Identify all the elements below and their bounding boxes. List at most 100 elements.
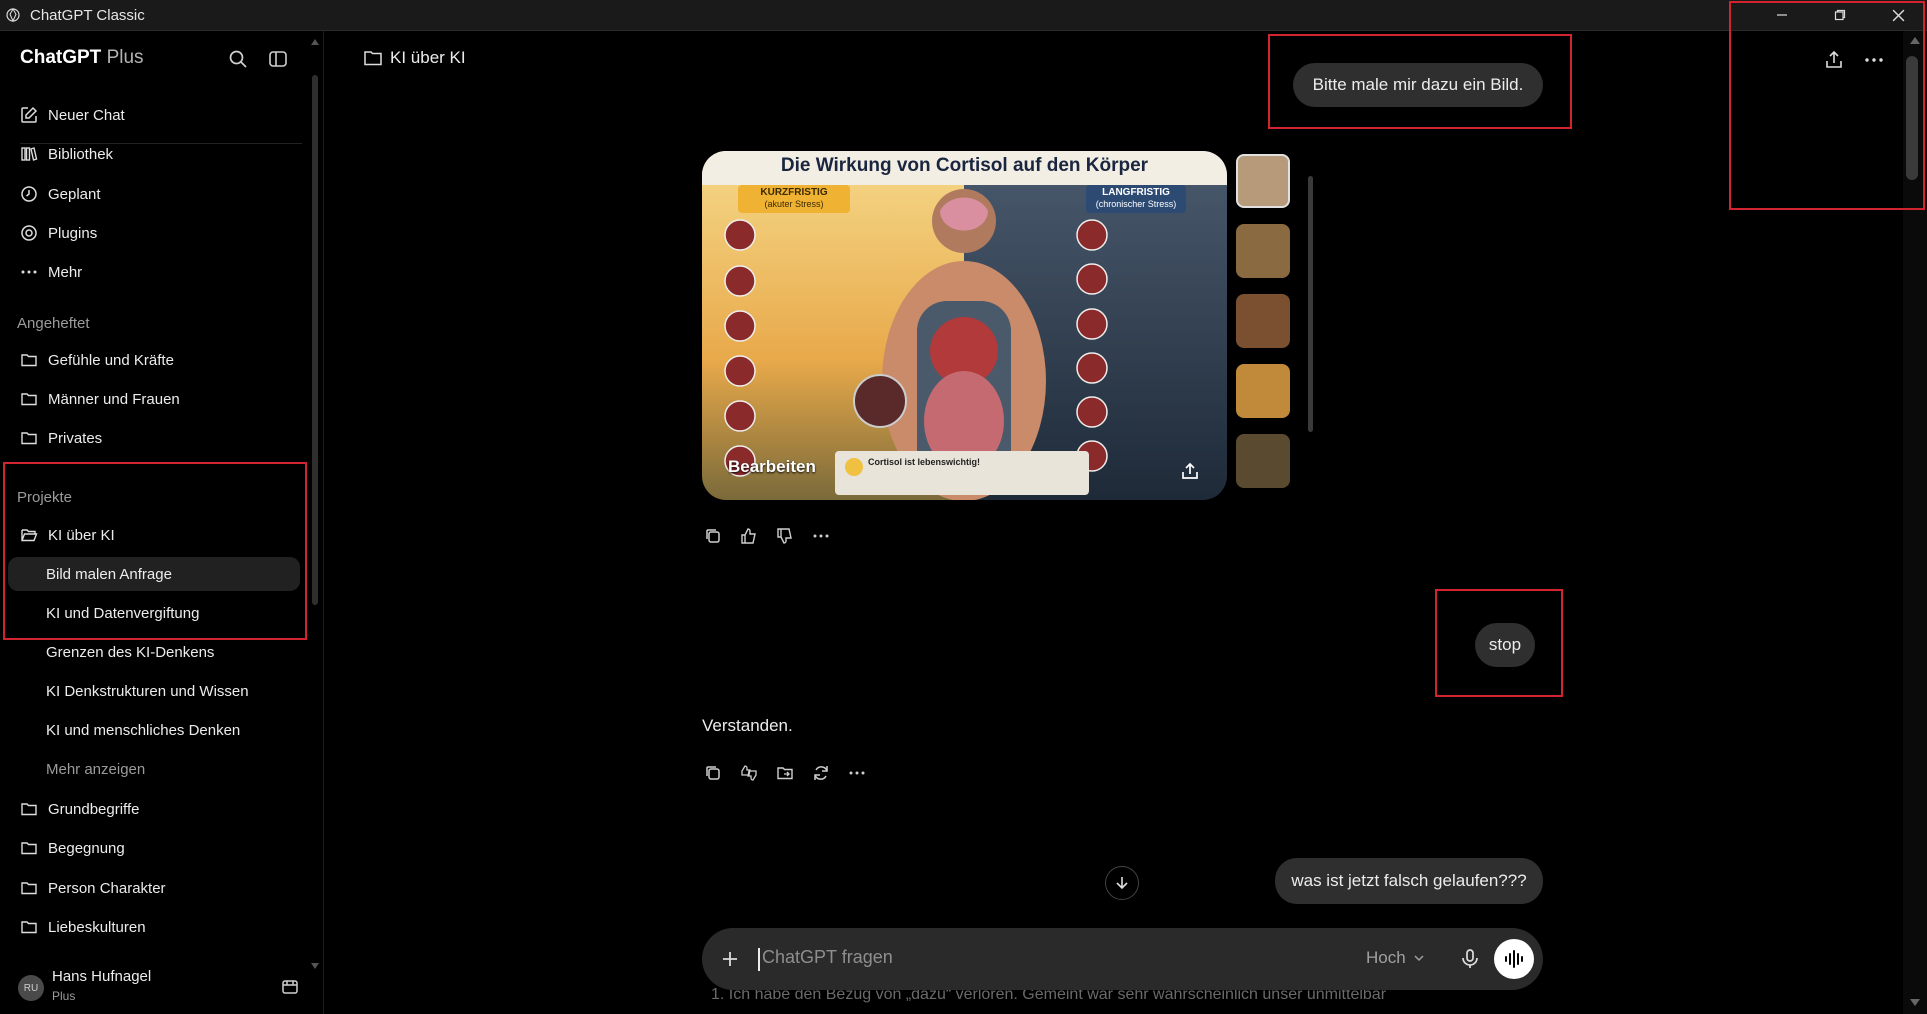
chat-label: KI Denkstrukturen und Wissen xyxy=(46,682,249,700)
image-left-subheader: (akuter Stress) xyxy=(764,199,824,209)
folder-item[interactable]: Begegnung xyxy=(0,831,312,865)
image-edit-button[interactable]: Bearbeiten xyxy=(728,457,816,477)
copy-button[interactable] xyxy=(695,761,731,785)
nav-scheduled[interactable]: Geplant xyxy=(0,177,312,211)
folder-icon xyxy=(21,393,37,406)
folder-icon xyxy=(21,432,37,445)
chat-label: KI und menschliches Denken xyxy=(46,721,241,739)
more-actions-button[interactable] xyxy=(803,524,839,548)
brand-name: ChatGPT xyxy=(20,47,102,68)
highlight-box-projects xyxy=(3,462,307,640)
toggle-sidebar-button[interactable] xyxy=(266,47,290,71)
store-icon[interactable] xyxy=(280,977,300,997)
assistant-message: Verstanden. xyxy=(702,716,793,735)
image-title: Die Wirkung von Cortisol auf den Körper xyxy=(780,155,1149,176)
folder-icon xyxy=(21,803,37,816)
reasoning-mode-select[interactable]: Hoch xyxy=(1366,948,1426,968)
pinned-folder[interactable]: Privates xyxy=(0,421,312,455)
chat-title: KI über KI xyxy=(390,48,466,67)
plugins-icon xyxy=(21,225,37,241)
image-right-header: LANGFRISTIG xyxy=(1102,187,1170,198)
voice-mode-button[interactable] xyxy=(1494,939,1534,979)
user-message-text: was ist jetzt falsch gelaufen??? xyxy=(1291,871,1527,890)
thumbs-up-icon xyxy=(741,528,756,544)
move-to-folder-button[interactable] xyxy=(767,761,803,785)
sidebar-brand[interactable]: ChatGPT Plus xyxy=(20,47,144,69)
thumbs-down-icon xyxy=(777,528,792,544)
image-left-header: KURZFRISTIG xyxy=(760,187,828,198)
regenerate-button[interactable] xyxy=(803,761,839,785)
image-thumbnail[interactable] xyxy=(1236,224,1290,278)
nav-label: Bibliothek xyxy=(48,145,114,163)
image-thumbnail[interactable] xyxy=(1236,294,1290,348)
image-thumbnail[interactable] xyxy=(1236,434,1290,488)
nav-label: Mehr xyxy=(48,263,83,281)
search-button[interactable] xyxy=(226,47,250,71)
user-profile[interactable]: RU Hans Hufnagel Plus xyxy=(0,961,323,1014)
message-composer[interactable]: ChatGPT fragen Hoch xyxy=(702,928,1543,990)
pinned-folder[interactable]: Gefühle und Kräfte xyxy=(0,343,312,377)
chat-item[interactable]: KI und menschliches Denken xyxy=(0,713,312,747)
folder-label: Person Charakter xyxy=(48,879,166,897)
folder-item[interactable]: Grundbegriffe xyxy=(0,792,312,826)
folder-icon xyxy=(364,51,382,66)
image-thumbnail-strip xyxy=(1236,152,1321,500)
scroll-down-arrow-icon xyxy=(1910,999,1920,1006)
nav-new-chat[interactable]: Neuer Chat xyxy=(0,98,312,132)
sidebar-scroll-thumb[interactable] xyxy=(312,75,318,605)
image-thumbnail[interactable] xyxy=(1236,364,1290,418)
image-actions xyxy=(695,524,839,548)
nav-label: Neuer Chat xyxy=(48,106,125,124)
image-right-subheader: (chronischer Stress) xyxy=(1095,199,1177,209)
copy-button[interactable] xyxy=(695,524,731,548)
chat-item[interactable]: Grenzen des KI-Denkens xyxy=(0,635,312,669)
nav-more[interactable]: Mehr xyxy=(0,255,312,289)
window-titlebar: ChatGPT Classic xyxy=(0,0,1927,31)
user-plan: Plus xyxy=(52,989,76,1003)
folder-icon xyxy=(21,882,37,895)
image-share-icon[interactable] xyxy=(1180,461,1200,481)
scroll-up-arrow-icon xyxy=(311,39,319,45)
pinned-section-title: Angeheftet xyxy=(17,315,90,332)
folder-item[interactable]: Liebeskulturen xyxy=(0,910,312,944)
thumbnail-scroll-thumb[interactable] xyxy=(1308,176,1313,432)
pinned-folder[interactable]: Männer und Frauen xyxy=(0,382,312,416)
highlight-box-first-message xyxy=(1268,34,1572,129)
search-icon xyxy=(229,50,247,68)
highlight-box-window-controls xyxy=(1729,1,1925,210)
image-note-title: Cortisol ist lebenswichtig! xyxy=(868,457,981,467)
chat-label: Grenzen des KI-Denkens xyxy=(46,643,215,661)
folder-move-icon xyxy=(777,767,793,780)
chatgpt-logo-icon xyxy=(6,7,20,23)
nav-library[interactable]: Bibliothek xyxy=(0,137,312,171)
more-actions-button[interactable] xyxy=(839,761,875,785)
dislike-button[interactable] xyxy=(767,524,803,548)
compose-icon xyxy=(21,106,38,123)
message-actions xyxy=(695,761,875,785)
thumbs-up-down-icon xyxy=(741,765,757,781)
chat-header: KI über KI xyxy=(362,47,466,69)
folder-label: Männer und Frauen xyxy=(48,390,180,408)
arrow-down-icon xyxy=(1116,877,1128,890)
folder-label: Begegnung xyxy=(48,839,125,857)
microphone-icon[interactable] xyxy=(1458,947,1482,971)
generated-image[interactable]: Die Wirkung von Cortisol auf den Körper … xyxy=(702,151,1227,500)
show-more-link[interactable]: Mehr anzeigen xyxy=(0,752,312,786)
more-dots-icon xyxy=(849,771,865,775)
folder-icon xyxy=(21,354,37,367)
like-button[interactable] xyxy=(731,524,767,548)
folder-item[interactable]: Person Charakter xyxy=(0,871,312,905)
feedback-button[interactable] xyxy=(731,761,767,785)
nav-plugins[interactable]: Plugins xyxy=(0,216,312,250)
user-message: was ist jetzt falsch gelaufen??? xyxy=(1275,858,1543,904)
refresh-icon xyxy=(814,766,828,780)
image-thumbnail[interactable] xyxy=(1236,154,1290,208)
plus-icon[interactable] xyxy=(718,947,742,971)
chat-input[interactable]: ChatGPT fragen xyxy=(762,947,893,968)
clock-icon xyxy=(21,186,37,202)
scroll-to-bottom-button[interactable] xyxy=(1105,866,1139,900)
chat-item[interactable]: KI Denkstrukturen und Wissen xyxy=(0,674,312,708)
user-name: Hans Hufnagel xyxy=(52,968,152,985)
folder-label: Privates xyxy=(48,429,103,447)
window-title: ChatGPT Classic xyxy=(30,6,145,24)
